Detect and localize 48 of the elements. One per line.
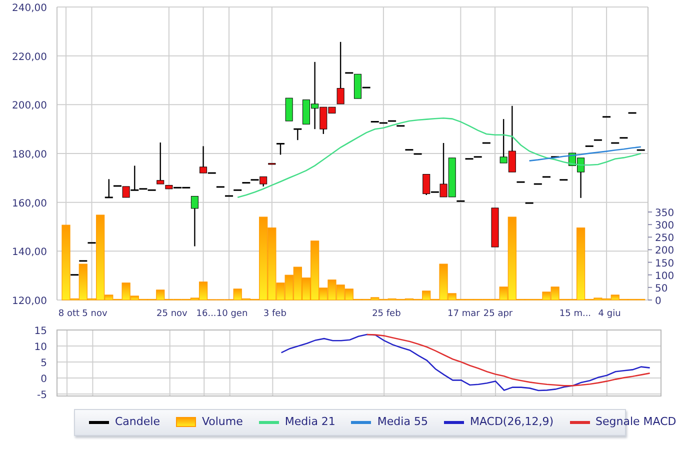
candle (491, 208, 499, 248)
axis-label: 15 m... (559, 309, 592, 319)
axis-label: 3 feb (263, 309, 286, 319)
axis-label: 250 (655, 233, 674, 244)
axis-label: 0 (655, 296, 662, 307)
legend-label: Media 55 (377, 414, 428, 430)
axis-label: 150 (655, 258, 674, 270)
candle (276, 142, 284, 155)
axis-label: 350 (655, 208, 674, 219)
legend-line-icon (570, 420, 590, 424)
axis-label: 300 (655, 220, 674, 232)
axis-label: 10 (34, 342, 47, 353)
legend-label: Media 21 (284, 414, 336, 430)
axis-label: 160,00 (12, 198, 47, 210)
legend-line-icon (351, 420, 372, 424)
axis-label: 5 nov (82, 309, 108, 319)
axis-label: 25 apr (483, 309, 513, 319)
volume-bar (336, 284, 345, 300)
axis-label: 240,00 (12, 3, 47, 14)
axis-label: -5 (37, 390, 47, 401)
axis-label: 120,00 (12, 296, 47, 307)
legend-label: Volume (202, 414, 243, 430)
candle (285, 98, 293, 122)
legend-label: MACD(26,12,9) (470, 414, 554, 430)
axis-label: 25 feb (372, 309, 401, 319)
axis-label: 17 mar (448, 309, 480, 319)
candle (190, 196, 198, 246)
axis-label: 180,00 (12, 150, 47, 160)
axis-label: 100 (655, 270, 674, 282)
axis-label: 200,00 (12, 100, 47, 112)
legend-swatch-icon (176, 417, 196, 428)
axis-label: 8 ott (58, 309, 80, 319)
axis-label: 140,00 (12, 247, 47, 258)
axis-label: 0 (40, 374, 47, 385)
legend-line-icon (444, 420, 464, 424)
axis-label: 15 (34, 326, 47, 337)
axis-label: 25 nov (156, 309, 188, 319)
axis-label: 4 giu (598, 309, 621, 319)
axis-label: 200 (655, 246, 674, 257)
candle (294, 128, 302, 140)
axis-label: 16... (196, 309, 216, 319)
axis-label: 50 (655, 283, 668, 294)
axis-label: 10 gen (216, 309, 248, 319)
axis-label: 5 (40, 358, 47, 369)
legend-line-icon (258, 420, 279, 424)
legend-label: Segnale MACD (596, 414, 676, 430)
legend-label: Candele (115, 414, 160, 430)
axis-label: 220,00 (12, 52, 47, 63)
